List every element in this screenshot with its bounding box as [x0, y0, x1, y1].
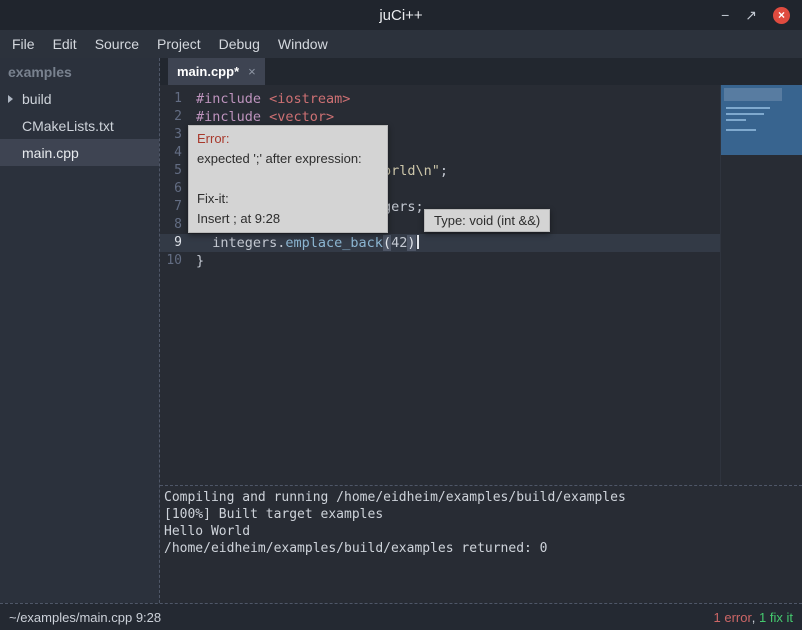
line-number: 8	[160, 216, 188, 234]
diagnostic-tooltip: Error: expected ';' after expression: Fi…	[188, 125, 388, 233]
terminal-line: Compiling and running /home/eidheim/exam…	[164, 489, 798, 506]
line-number: 9	[160, 234, 188, 252]
tab-close-icon[interactable]: ×	[248, 64, 256, 79]
status-file-location: ~/examples/main.cpp 9:28	[9, 610, 161, 625]
status-separator: ,	[752, 610, 759, 625]
line-number: 6	[160, 180, 188, 198]
terminal-line: [100%] Built target examples	[164, 506, 798, 523]
menu-item-file[interactable]: File	[12, 36, 35, 52]
menu-item-window[interactable]: Window	[278, 36, 328, 52]
tree-item-build[interactable]: build	[0, 85, 159, 112]
status-error-count: 1 error	[714, 610, 752, 625]
tab-bar: main.cpp* ×	[160, 58, 802, 85]
minimap-code-marks	[724, 88, 782, 101]
file-tree: build CMakeLists.txt main.cpp	[0, 85, 159, 166]
file-browser-panel: examples build CMakeLists.txt main.cpp	[0, 58, 160, 603]
code-text: integers.emplace_back(42)	[188, 234, 419, 252]
minimap-slider[interactable]	[721, 85, 802, 155]
tab-label: main.cpp*	[177, 64, 239, 79]
terminal-output[interactable]: Compiling and running /home/eidheim/exam…	[160, 485, 802, 603]
tree-item-cmakelists-txt[interactable]: CMakeLists.txt	[0, 112, 159, 139]
window-title: juCi++	[0, 7, 802, 24]
project-folder-label: examples	[0, 58, 159, 85]
line-number: 10	[160, 252, 188, 270]
line-number: 4	[160, 144, 188, 162]
tooltip-fixit-title: Fix-it:	[197, 189, 379, 209]
line-number: 5	[160, 162, 188, 180]
text-cursor	[417, 235, 419, 249]
tooltip-spacer	[197, 169, 379, 189]
overview-minimap[interactable]	[720, 85, 802, 485]
code-line-2[interactable]: 2#include <vector>	[160, 108, 720, 126]
code-line-1[interactable]: 1#include <iostream>	[160, 90, 720, 108]
editor-panel: main.cpp* × 1#include <iostream>2#includ…	[160, 58, 802, 603]
juci-window: juCi++ − ↗ × File Edit Source Project Debug W…	[0, 0, 802, 630]
window-controls: − ↗ ×	[721, 7, 802, 24]
line-number: 7	[160, 198, 188, 216]
tooltip-fixit-message: Insert ; at 9:28	[197, 209, 379, 229]
minimize-icon[interactable]: −	[721, 8, 729, 22]
code-text: }	[188, 252, 204, 270]
statusbar: ~/examples/main.cpp 9:28 1 error , 1 fix…	[0, 603, 802, 630]
menu-item-project[interactable]: Project	[157, 36, 201, 52]
code-editor[interactable]: 1#include <iostream>2#include <vector>34…	[160, 85, 802, 485]
main-area: examples build CMakeLists.txt main.cpp mai…	[0, 58, 802, 603]
menu-item-debug[interactable]: Debug	[219, 36, 260, 52]
tab-main-cpp[interactable]: main.cpp* ×	[168, 58, 265, 85]
tooltip-error-message: expected ';' after expression:	[197, 149, 379, 169]
tree-item-label: main.cpp	[22, 145, 79, 161]
tree-item-label: build	[22, 91, 52, 107]
titlebar: juCi++ − ↗ ×	[0, 0, 802, 30]
maximize-icon[interactable]: ↗	[745, 8, 757, 22]
line-number: 1	[160, 90, 188, 108]
code-line-10[interactable]: 10}	[160, 252, 720, 270]
tree-item-main-cpp[interactable]: main.cpp	[0, 139, 159, 166]
menu-item-edit[interactable]: Edit	[53, 36, 77, 52]
close-icon[interactable]: ×	[773, 7, 790, 24]
tree-item-label: CMakeLists.txt	[22, 118, 114, 134]
line-number: 2	[160, 108, 188, 126]
tooltip-error-title: Error:	[197, 129, 379, 149]
status-diagnostics: 1 error , 1 fix it	[714, 610, 794, 625]
line-number: 3	[160, 126, 188, 144]
type-info-tooltip: Type: void (int &&)	[424, 209, 550, 232]
code-text: #include <iostream>	[188, 90, 350, 108]
terminal-line: Hello World	[164, 523, 798, 540]
menu-item-source[interactable]: Source	[95, 36, 139, 52]
terminal-line: /home/eidheim/examples/build/examples re…	[164, 540, 798, 557]
code-text: #include <vector>	[188, 108, 334, 126]
chevron-right-icon	[8, 95, 22, 103]
menubar: File Edit Source Project Debug Window	[0, 30, 802, 58]
status-fixit-count[interactable]: 1 fix it	[759, 610, 793, 625]
code-line-9[interactable]: 9 integers.emplace_back(42)	[160, 234, 720, 252]
